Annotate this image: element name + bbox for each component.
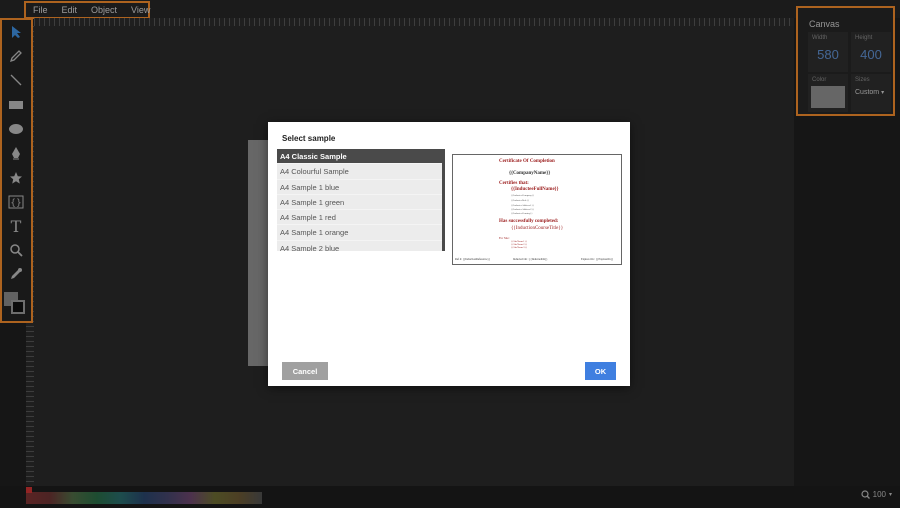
preview-line: {{InducteeRole}}	[511, 199, 530, 202]
preview-course: {{InductionCourseTitle}}	[511, 226, 564, 231]
preview-certifies: Certifies that:	[499, 181, 529, 186]
sample-item[interactable]: A4 Sample 1 blue	[277, 179, 442, 195]
preview-footer-right: Expires On : {{ExpiresOn}}	[581, 258, 614, 261]
sample-item[interactable]: A4 Classic Sample	[277, 149, 442, 165]
sample-item[interactable]: A4 Colourful Sample	[277, 164, 442, 180]
preview-fullname: {{InducteeFullName}}	[511, 187, 559, 192]
preview-site-line: {{SiteName3}}	[511, 246, 527, 249]
preview-line: {{InducteeAddress1}}	[511, 204, 534, 207]
preview-company: {{CompanyName}}	[509, 171, 551, 176]
preview-heading: Certificate Of Completion	[499, 159, 555, 164]
preview-for-site: For Site:	[499, 236, 510, 240]
preview-line: {{InducteeCompany}}	[511, 194, 535, 197]
sample-item[interactable]: A4 Sample 1 red	[277, 210, 442, 226]
preview-footer-mid: Inducted On : {{InductedOn}}	[513, 258, 548, 261]
select-sample-dialog: Select sample A4 Classic Sample A4 Colou…	[268, 122, 630, 386]
preview-line: {{InducteeCountry}}	[511, 212, 533, 215]
sample-list[interactable]: A4 Classic Sample A4 Colourful Sample A4…	[277, 149, 445, 251]
sample-item[interactable]: A4 Sample 2 blue	[277, 240, 442, 251]
cancel-button[interactable]: Cancel	[282, 362, 328, 380]
sample-item[interactable]: A4 Sample 1 green	[277, 194, 442, 211]
preview-completed: Has successfully completed:	[499, 219, 559, 224]
dialog-title: Select sample	[282, 134, 336, 143]
sample-preview: Certificate Of Completion {{CompanyName}…	[452, 154, 622, 265]
sample-item[interactable]: A4 Sample 1 orange	[277, 225, 442, 241]
preview-line: {{InducteeAddress2}}	[511, 208, 534, 211]
ok-button[interactable]: OK	[585, 362, 616, 380]
preview-footer-left: Ref #: {{InductionReference}}	[455, 258, 491, 261]
